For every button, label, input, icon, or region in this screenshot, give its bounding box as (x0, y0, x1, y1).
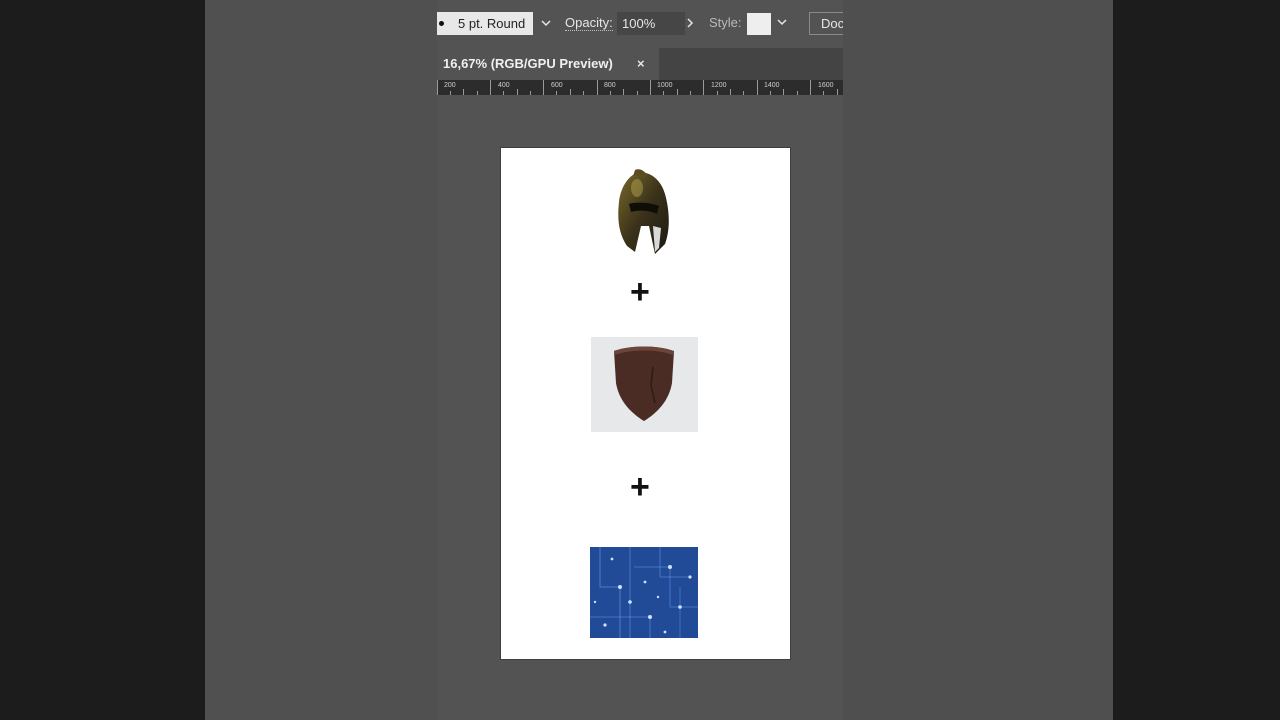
ruler-label: 400 (498, 82, 510, 89)
canvas-area[interactable]: + + (437, 95, 843, 720)
ruler-label: 1000 (657, 82, 673, 89)
ruler-tick (490, 80, 491, 95)
document-tab-strip: 16,67% (RGB/GPU Preview) × (437, 48, 843, 80)
opacity-label[interactable]: Opacity: (565, 16, 613, 31)
plus-icon: + (630, 273, 650, 311)
ruler-tick (703, 80, 704, 95)
ruler-label: 1600 (818, 82, 834, 89)
brush-dot-icon (439, 21, 444, 26)
ruler-label: 200 (444, 82, 456, 89)
stroke-profile-label: 5 pt. Round (458, 16, 526, 31)
plus-icon: + (630, 468, 650, 506)
chevron-down-icon[interactable] (535, 12, 557, 35)
horizontal-ruler: 200 400 600 800 1000 1200 1400 1600 (437, 80, 843, 95)
chevron-down-icon[interactable] (773, 12, 791, 35)
ruler-label: 600 (551, 82, 563, 89)
ruler-tick (757, 80, 758, 95)
ruler-label: 1200 (711, 82, 727, 89)
ruler-tick (543, 80, 544, 95)
ruler-tick (597, 80, 598, 95)
chevron-right-icon[interactable] (681, 12, 699, 35)
document-setup-button[interactable]: Docu (809, 12, 843, 35)
style-label: Style: (709, 15, 742, 30)
circuit-board-image[interactable] (590, 547, 698, 638)
opacity-input[interactable]: 100% (617, 12, 685, 35)
stroke-profile-dropdown[interactable]: 5 pt. Round (437, 12, 533, 35)
ruler-label: 1400 (764, 82, 780, 89)
document-tab[interactable]: 16,67% (RGB/GPU Preview) × (437, 48, 659, 80)
illustrator-window: 5 pt. Round Opacity: 100% Style: Docu 16… (437, 0, 843, 720)
ruler-tick (810, 80, 811, 95)
blurred-background-mid-right (843, 0, 1113, 720)
style-swatch[interactable] (747, 13, 771, 35)
close-icon[interactable]: × (637, 48, 645, 80)
blurred-background-right (1113, 0, 1280, 720)
ruler-tick (650, 80, 651, 95)
document-tab-title: 16,67% (RGB/GPU Preview) (443, 56, 613, 71)
control-bar: 5 pt. Round Opacity: 100% Style: Docu (437, 0, 843, 48)
blurred-background-left (0, 0, 205, 720)
helmet-image[interactable] (609, 168, 675, 258)
blurred-background-mid-left (205, 0, 437, 720)
ruler-label: 800 (604, 82, 616, 89)
ruler-tick (437, 80, 438, 95)
shield-image[interactable] (591, 337, 698, 432)
artboard[interactable]: + + (500, 147, 791, 660)
